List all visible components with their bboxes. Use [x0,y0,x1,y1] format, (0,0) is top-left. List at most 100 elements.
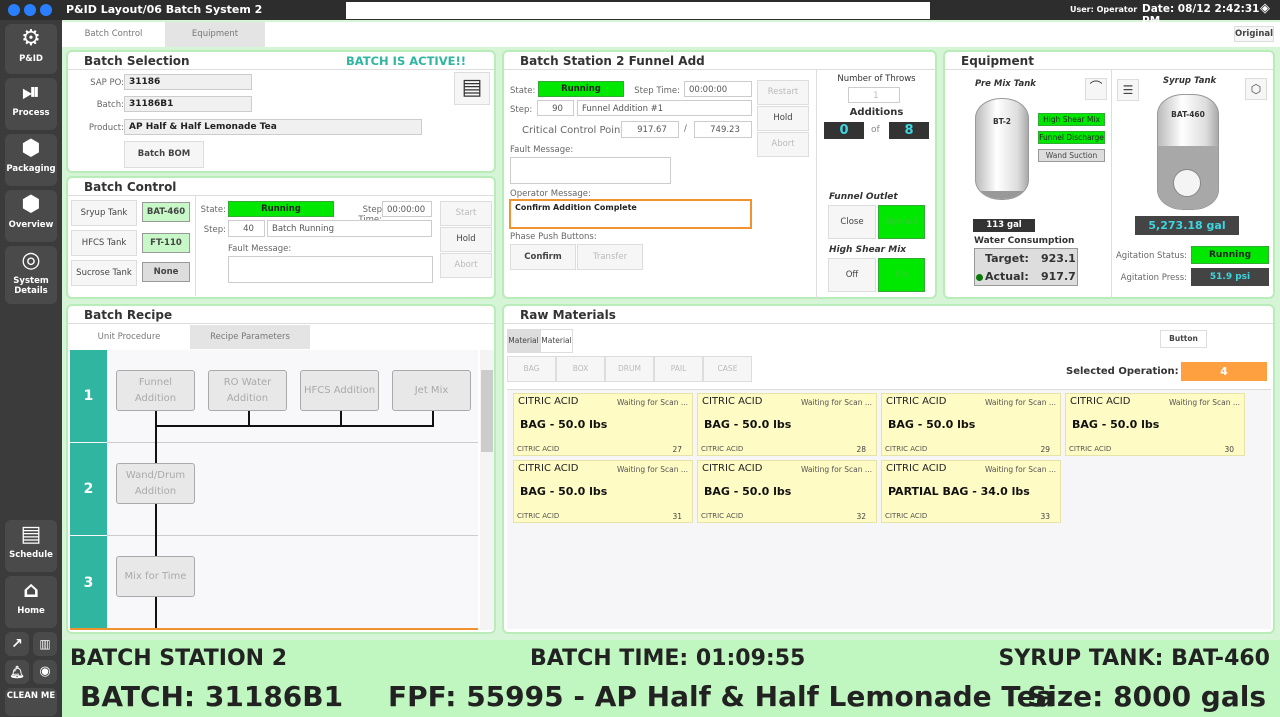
recipe-step[interactable]: Mix for Time [116,556,195,597]
target-label: Target: [985,252,1029,265]
start-button[interactable]: Start [440,201,492,226]
sap-po-field[interactable]: 31186 [124,74,252,90]
generic-button[interactable]: Button [1160,330,1207,348]
material-card[interactable]: CITRIC ACID Waiting for Scan ... BAG - 50.… [1065,393,1245,456]
funnel-discharge-indicator: Funnel Discharge [1038,131,1105,144]
fault-message-box [510,157,671,184]
card-quantity: BAG - 50.0 lbs [520,418,608,431]
outlet-opened-button[interactable]: Opened [878,205,925,239]
shear-on-button[interactable]: On [878,258,925,292]
sidebar-item-schedule[interactable]: ▤ Schedule [5,520,57,572]
hfcs-tank-button[interactable]: HFCS Tank [71,230,137,256]
tab-recipe-parameters[interactable]: Recipe Parameters [190,325,310,349]
material-card[interactable]: CITRIC ACID Waiting for Scan ... BAG - 50.… [513,393,693,456]
fault-message-box [228,256,433,283]
syrup-tank-button[interactable]: Sryup Tank [71,200,137,226]
card-material: CITRIC ACID [885,445,928,453]
calendar-icon[interactable]: ▤ [454,72,490,105]
tab-material-2[interactable]: Material 2 [540,329,573,367]
type-bag-button[interactable]: BAG [507,356,556,382]
card-title: CITRIC ACID [702,463,763,474]
sucrose-tank-button[interactable]: Sucrose Tank [71,260,137,286]
equipment-panel: Equipment Pre Mix Tank ⌒ BT-2 High Shear… [943,50,1275,299]
cube-icon[interactable]: ⬡ [1245,78,1267,100]
material-card[interactable]: CITRIC ACID Waiting for Scan ... BAG - 50.… [697,460,877,523]
recipe-step[interactable]: Funnel Addition [116,370,195,411]
card-material: CITRIC ACID [885,512,928,520]
sidebar-item-home[interactable]: ⌂ Home [5,576,57,628]
list-icon[interactable]: ☰ [1117,79,1139,101]
hold-button[interactable]: Hold [440,227,492,252]
card-material: CITRIC ACID [701,512,744,520]
recipe-step[interactable]: HFCS Addition [300,370,379,411]
sidebar-item-overview[interactable]: ⬢ Overview [5,190,57,242]
throws-label: Number of Throws [837,74,916,84]
bell-icon[interactable]: 🔔︎ [5,660,29,684]
abort-button[interactable]: Abort [757,132,809,157]
scrollbar-thumb[interactable] [481,370,493,452]
sidebar-item-system-details[interactable]: ◎ System Details [5,246,57,304]
type-pail-button[interactable]: PAIL [654,356,703,382]
fault-label: Fault Message: [228,244,292,254]
phase-label: Phase Push Buttons: [510,232,597,242]
sidebar-item-process[interactable]: ⏯ Process [5,78,57,130]
status-banner: BATCH STATION 2 BATCH TIME: 01:09:55 SYR… [62,640,1280,717]
tab-equipment[interactable]: Equipment [165,22,265,47]
batch-label: Batch: [96,100,124,110]
tab-unit-procedure[interactable]: Unit Procedure [68,325,190,349]
window-dot[interactable] [24,4,36,16]
window-dot[interactable] [8,4,20,16]
tag-icon[interactable]: ◈ [1260,1,1270,16]
panel-title: Equipment [961,54,1034,68]
shear-off-button[interactable]: Off [828,258,876,292]
recipe-step[interactable]: RO Water Addition [208,370,287,411]
material-card[interactable]: CITRIC ACID Waiting for Scan ... PARTIAL B… [881,460,1061,523]
sidebar-item-packaging[interactable]: ⬢ Packaging [5,134,57,186]
throws-field[interactable]: 1 [848,87,900,103]
water-consumption-box: Target: 923.1 Actual: 917.7 [974,248,1078,286]
card-material: CITRIC ACID [1069,445,1112,453]
user-icon[interactable]: ◉ [33,660,57,684]
trend-icon[interactable]: ↗ [5,632,29,656]
sucrose-tank-value: None [142,262,190,282]
outlet-close-button[interactable]: Close [828,205,876,239]
bar-chart-icon[interactable]: ▥ [33,632,57,656]
sidebar-item-pid[interactable]: ⚙ P&ID [5,24,57,74]
banner-fpf: FPF: 55995 - AP Half & Half Lemonade Tea [388,680,1055,713]
material-card[interactable]: CITRIC ACID Waiting for Scan ... BAG - 50.… [881,393,1061,456]
clean-me-button[interactable]: CLEAN ME [5,688,57,716]
type-box-button[interactable]: BOX [556,356,605,382]
batch-field[interactable]: 31186B1 [124,96,252,112]
nav-label: Process [12,108,50,118]
step-label: Step: [510,105,533,115]
hold-button[interactable]: Hold [757,106,809,131]
abort-button[interactable]: Abort [440,253,492,278]
step-number: 40 [228,220,265,237]
nav-label: Packaging [6,164,56,174]
tab-material-1[interactable]: Material 1 [507,329,540,367]
material-card[interactable]: CITRIC ACID Waiting for Scan ... BAG - 50.… [513,460,693,523]
window-dot[interactable] [40,4,52,16]
product-field[interactable]: AP Half & Half Lemonade Tea [124,119,422,135]
confirm-button[interactable]: Confirm [510,244,576,270]
material-card[interactable]: CITRIC ACID Waiting for Scan ... BAG - 50.… [697,393,877,456]
trend-curve-icon[interactable]: ⌒ [1085,78,1107,100]
card-status: Waiting for Scan ... [1168,398,1240,407]
type-case-button[interactable]: CASE [703,356,752,382]
batch-bom-button[interactable]: Batch BOM [124,141,204,168]
transfer-button[interactable]: Transfer [577,244,643,270]
recipe-step[interactable]: Jet Mix [392,370,471,411]
original-button[interactable]: Original [1234,26,1274,42]
restart-button[interactable]: Restart [757,80,809,105]
type-drum-button[interactable]: DRUM [605,356,654,382]
user-label: User: Operator [1070,5,1138,14]
tab-batch-control[interactable]: Batch Control [62,22,165,47]
nav-label: System Details [13,276,49,296]
agitation-status: Running [1191,246,1269,264]
card-material: CITRIC ACID [517,445,560,453]
panel-title: Batch Station 2 Funnel Add [520,54,705,68]
nav-label: Overview [8,220,54,230]
recipe-step[interactable]: Wand/Drum Addition [116,463,195,504]
operator-message-box: Confirm Addition Complete [509,199,752,229]
recipe-scrollbar[interactable] [480,350,494,630]
